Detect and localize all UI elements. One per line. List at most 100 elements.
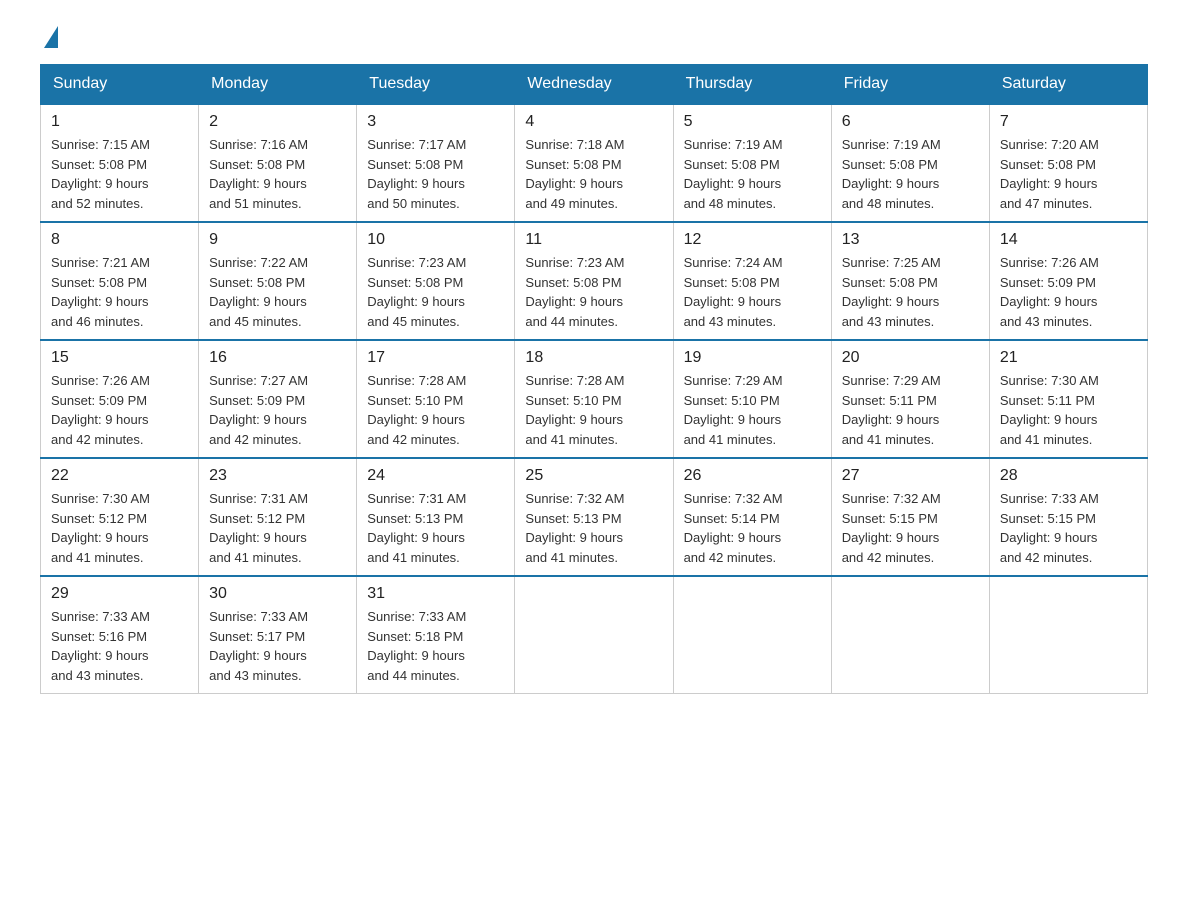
calendar-cell: 7 Sunrise: 7:20 AMSunset: 5:08 PMDaylight… (989, 104, 1147, 222)
day-number: 31 (367, 585, 504, 603)
day-info: Sunrise: 7:29 AMSunset: 5:10 PMDaylight:… (684, 371, 821, 449)
calendar-cell: 2 Sunrise: 7:16 AMSunset: 5:08 PMDaylight… (199, 104, 357, 222)
calendar-week-4: 22Sunrise: 7:30 AMSunset: 5:12 PMDayligh… (41, 458, 1148, 576)
calendar-week-5: 29 Sunrise: 7:33 AMSunset: 5:16 PMDayligh… (41, 576, 1148, 694)
day-info: Sunrise: 7:30 AMSunset: 5:12 PMDaylight:… (51, 489, 188, 567)
day-info: Sunrise: 7:25 AMSunset: 5:08 PMDaylight:… (842, 253, 979, 331)
day-info: Sunrise: 7:24 AMSunset: 5:08 PMDaylight:… (684, 253, 821, 331)
day-info: Sunrise: 7:22 AMSunset: 5:08 PMDaylight:… (209, 253, 346, 331)
calendar-cell: 16 Sunrise: 7:27 AMSunset: 5:09 PMDayligh… (199, 340, 357, 458)
day-number: 25 (525, 467, 662, 485)
calendar-cell (989, 576, 1147, 694)
day-info: Sunrise: 7:33 AMSunset: 5:17 PMDaylight:… (209, 607, 346, 685)
day-info: Sunrise: 7:20 AMSunset: 5:08 PMDaylight:… (1000, 135, 1137, 213)
calendar-cell: 17Sunrise: 7:28 AMSunset: 5:10 PMDayligh… (357, 340, 515, 458)
calendar-cell: 1Sunrise: 7:15 AMSunset: 5:08 PMDaylight… (41, 104, 199, 222)
day-number: 3 (367, 113, 504, 131)
day-number: 10 (367, 231, 504, 249)
calendar-week-2: 8Sunrise: 7:21 AMSunset: 5:08 PMDaylight… (41, 222, 1148, 340)
day-number: 5 (684, 113, 821, 131)
day-number: 2 (209, 113, 346, 131)
day-info: Sunrise: 7:18 AMSunset: 5:08 PMDaylight:… (525, 135, 662, 213)
calendar-cell: 25 Sunrise: 7:32 AMSunset: 5:13 PMDayligh… (515, 458, 673, 576)
calendar-cell: 24 Sunrise: 7:31 AMSunset: 5:13 PMDayligh… (357, 458, 515, 576)
day-info: Sunrise: 7:26 AMSunset: 5:09 PMDaylight:… (51, 371, 188, 449)
logo-text (40, 30, 58, 48)
day-number: 27 (842, 467, 979, 485)
calendar-cell: 8Sunrise: 7:21 AMSunset: 5:08 PMDaylight… (41, 222, 199, 340)
calendar-cell: 11 Sunrise: 7:23 AMSunset: 5:08 PMDayligh… (515, 222, 673, 340)
day-info: Sunrise: 7:28 AMSunset: 5:10 PMDaylight:… (525, 371, 662, 449)
calendar-cell: 19 Sunrise: 7:29 AMSunset: 5:10 PMDayligh… (673, 340, 831, 458)
calendar-cell: 22Sunrise: 7:30 AMSunset: 5:12 PMDayligh… (41, 458, 199, 576)
day-info: Sunrise: 7:19 AMSunset: 5:08 PMDaylight:… (842, 135, 979, 213)
day-info: Sunrise: 7:33 AMSunset: 5:16 PMDaylight:… (51, 607, 188, 685)
day-number: 4 (525, 113, 662, 131)
calendar-header: SundayMondayTuesdayWednesdayThursdayFrid… (41, 65, 1148, 105)
day-info: Sunrise: 7:29 AMSunset: 5:11 PMDaylight:… (842, 371, 979, 449)
calendar-cell: 5 Sunrise: 7:19 AMSunset: 5:08 PMDaylight… (673, 104, 831, 222)
calendar-cell: 15Sunrise: 7:26 AMSunset: 5:09 PMDayligh… (41, 340, 199, 458)
logo-triangle-icon (44, 26, 58, 48)
day-number: 23 (209, 467, 346, 485)
day-info: Sunrise: 7:31 AMSunset: 5:13 PMDaylight:… (367, 489, 504, 567)
calendar-cell: 3Sunrise: 7:17 AMSunset: 5:08 PMDaylight… (357, 104, 515, 222)
day-info: Sunrise: 7:32 AMSunset: 5:14 PMDaylight:… (684, 489, 821, 567)
day-number: 16 (209, 349, 346, 367)
calendar-cell: 4 Sunrise: 7:18 AMSunset: 5:08 PMDaylight… (515, 104, 673, 222)
page-header (40, 30, 1148, 44)
day-number: 18 (525, 349, 662, 367)
day-info: Sunrise: 7:27 AMSunset: 5:09 PMDaylight:… (209, 371, 346, 449)
calendar-cell: 13 Sunrise: 7:25 AMSunset: 5:08 PMDayligh… (831, 222, 989, 340)
day-number: 26 (684, 467, 821, 485)
day-info: Sunrise: 7:31 AMSunset: 5:12 PMDaylight:… (209, 489, 346, 567)
header-day-monday: Monday (199, 65, 357, 105)
day-number: 6 (842, 113, 979, 131)
calendar-cell (673, 576, 831, 694)
header-day-thursday: Thursday (673, 65, 831, 105)
day-number: 11 (525, 231, 662, 249)
calendar-table: SundayMondayTuesdayWednesdayThursdayFrid… (40, 64, 1148, 694)
calendar-cell: 21 Sunrise: 7:30 AMSunset: 5:11 PMDayligh… (989, 340, 1147, 458)
day-info: Sunrise: 7:32 AMSunset: 5:13 PMDaylight:… (525, 489, 662, 567)
day-info: Sunrise: 7:33 AMSunset: 5:15 PMDaylight:… (1000, 489, 1137, 567)
calendar-body: 1Sunrise: 7:15 AMSunset: 5:08 PMDaylight… (41, 104, 1148, 694)
day-number: 28 (1000, 467, 1137, 485)
logo (40, 30, 58, 44)
calendar-cell: 27 Sunrise: 7:32 AMSunset: 5:15 PMDayligh… (831, 458, 989, 576)
calendar-week-1: 1Sunrise: 7:15 AMSunset: 5:08 PMDaylight… (41, 104, 1148, 222)
day-number: 29 (51, 585, 188, 603)
calendar-cell: 18 Sunrise: 7:28 AMSunset: 5:10 PMDayligh… (515, 340, 673, 458)
day-number: 30 (209, 585, 346, 603)
calendar-cell: 6 Sunrise: 7:19 AMSunset: 5:08 PMDaylight… (831, 104, 989, 222)
day-info: Sunrise: 7:30 AMSunset: 5:11 PMDaylight:… (1000, 371, 1137, 449)
day-number: 12 (684, 231, 821, 249)
day-info: Sunrise: 7:26 AMSunset: 5:09 PMDaylight:… (1000, 253, 1137, 331)
day-number: 24 (367, 467, 504, 485)
day-info: Sunrise: 7:33 AMSunset: 5:18 PMDaylight:… (367, 607, 504, 685)
day-info: Sunrise: 7:15 AMSunset: 5:08 PMDaylight:… (51, 135, 188, 213)
calendar-cell: 29 Sunrise: 7:33 AMSunset: 5:16 PMDayligh… (41, 576, 199, 694)
day-info: Sunrise: 7:32 AMSunset: 5:15 PMDaylight:… (842, 489, 979, 567)
day-number: 21 (1000, 349, 1137, 367)
day-info: Sunrise: 7:23 AMSunset: 5:08 PMDaylight:… (367, 253, 504, 331)
header-day-tuesday: Tuesday (357, 65, 515, 105)
calendar-cell: 23 Sunrise: 7:31 AMSunset: 5:12 PMDayligh… (199, 458, 357, 576)
day-info: Sunrise: 7:16 AMSunset: 5:08 PMDaylight:… (209, 135, 346, 213)
calendar-cell (831, 576, 989, 694)
day-info: Sunrise: 7:28 AMSunset: 5:10 PMDaylight:… (367, 371, 504, 449)
day-info: Sunrise: 7:19 AMSunset: 5:08 PMDaylight:… (684, 135, 821, 213)
day-number: 7 (1000, 113, 1137, 131)
calendar-cell: 14 Sunrise: 7:26 AMSunset: 5:09 PMDayligh… (989, 222, 1147, 340)
calendar-cell: 12 Sunrise: 7:24 AMSunset: 5:08 PMDayligh… (673, 222, 831, 340)
calendar-cell: 20Sunrise: 7:29 AMSunset: 5:11 PMDayligh… (831, 340, 989, 458)
calendar-cell (515, 576, 673, 694)
day-number: 19 (684, 349, 821, 367)
day-number: 14 (1000, 231, 1137, 249)
day-number: 9 (209, 231, 346, 249)
header-day-wednesday: Wednesday (515, 65, 673, 105)
calendar-week-3: 15Sunrise: 7:26 AMSunset: 5:09 PMDayligh… (41, 340, 1148, 458)
day-info: Sunrise: 7:21 AMSunset: 5:08 PMDaylight:… (51, 253, 188, 331)
day-info: Sunrise: 7:23 AMSunset: 5:08 PMDaylight:… (525, 253, 662, 331)
day-number: 13 (842, 231, 979, 249)
